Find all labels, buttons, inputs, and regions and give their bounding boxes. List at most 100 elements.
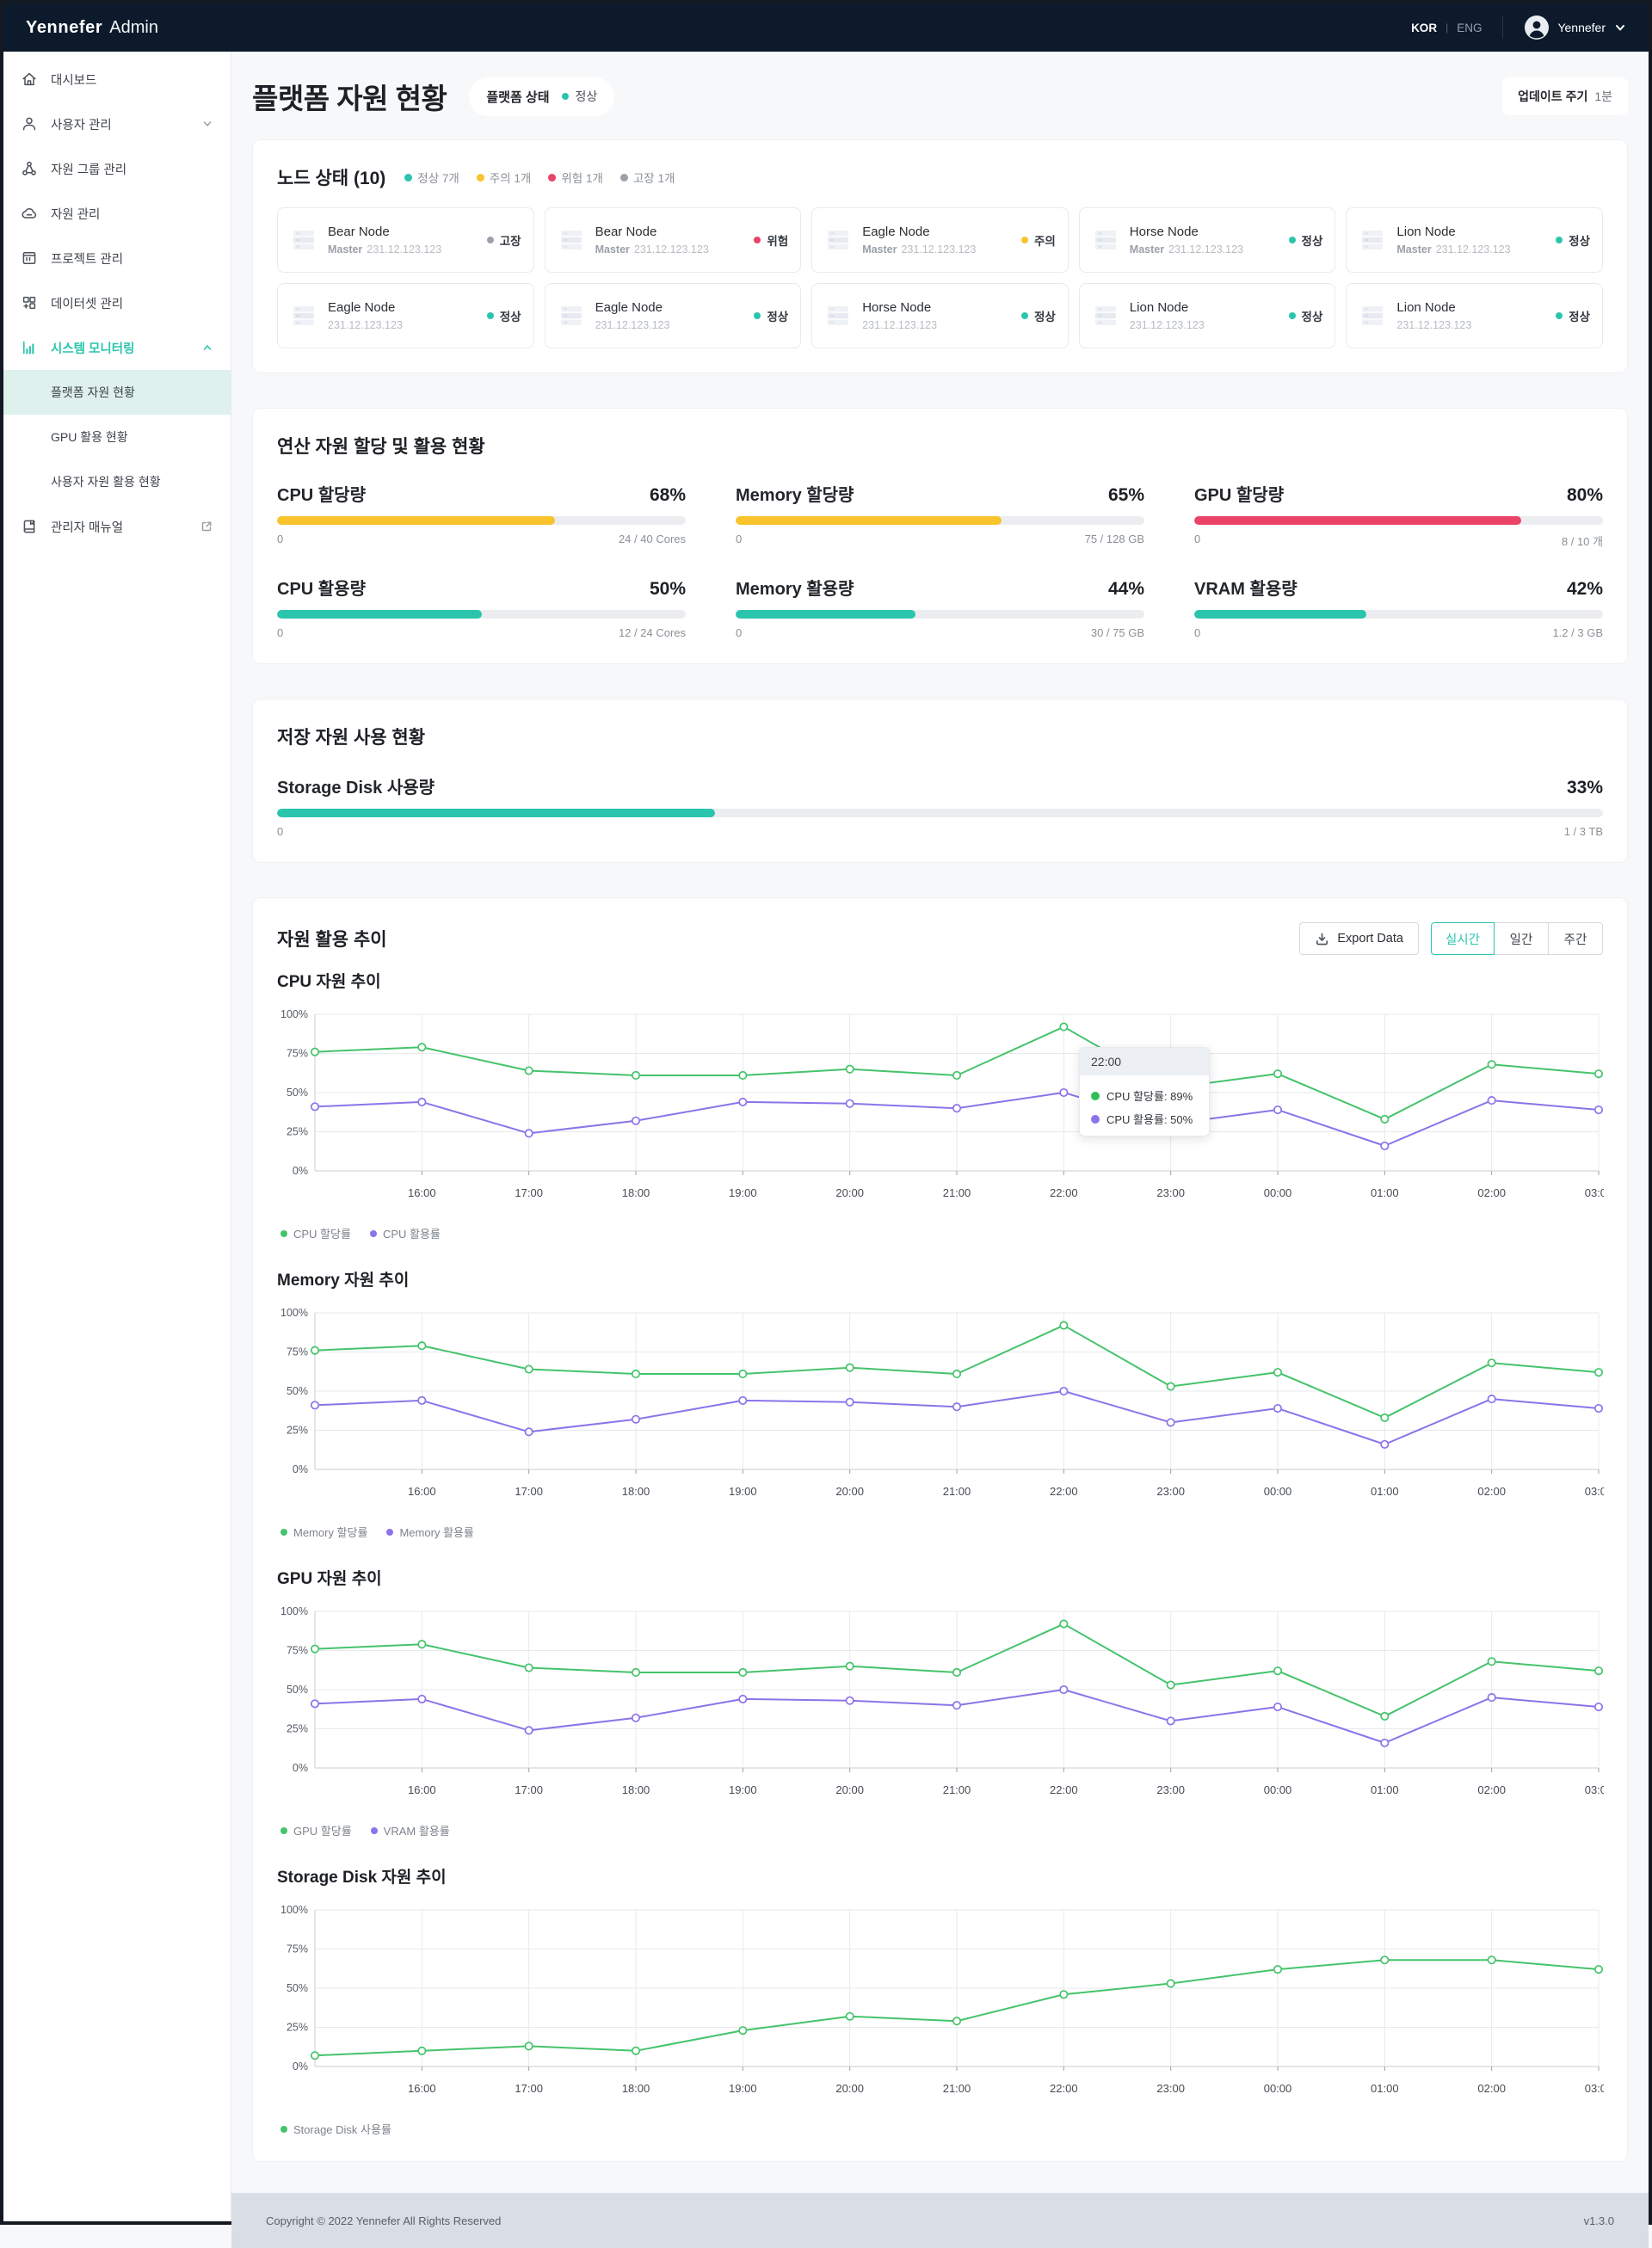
gauge-label: Memory 할당량 [736,481,854,506]
chart-legend: Storage Disk 사용률 [277,2121,1603,2137]
sidebar-item-label: 대시보드 [51,71,96,89]
lang-eng-button[interactable]: ENG [1457,22,1482,34]
node-ip: 231.12.123.123 [1130,319,1205,331]
chart-legend: CPU 할당률CPU 활용률 [277,1225,1603,1241]
gauge-max: 75 / 128 GB [1085,533,1144,545]
node-role: Master [1130,243,1164,256]
user-avatar-icon [1524,15,1550,40]
legend-label: 고장 1개 [633,169,675,186]
node-card: Lion Node231.12.123.123 정상 [1079,283,1336,348]
sidebar-subitem-user-resource-usage[interactable]: 사용자 자원 활용 현황 [3,459,231,504]
charts-container: CPU 자원 추이0%25%50%75%100%16:0017:0018:001… [277,969,1603,2137]
tooltip-row: CPU 활용률: 50% [1091,1111,1198,1127]
svg-text:0%: 0% [293,1463,308,1475]
sidebar-item-resource-group[interactable]: 자원 그룹 관리 [3,146,231,191]
svg-text:17:00: 17:00 [515,1186,543,1199]
node-status-dot [1021,237,1028,243]
gauge-percent: 42% [1567,579,1603,600]
node-status: 정상 [487,307,521,324]
svg-text:00:00: 00:00 [1264,1485,1292,1498]
update-cycle-label: 업데이트 주기 [1518,88,1587,105]
sidebar-subitem-label: 사용자 자원 활용 현황 [51,473,161,490]
compute-resources-card: 연산 자원 할당 및 활용 현황 CPU 할당량68%024 / 40 Core… [252,408,1628,664]
gauge-label: CPU 활용량 [277,575,366,600]
gauge-percent: 80% [1567,485,1603,506]
gauge-max: 12 / 24 Cores [619,626,686,639]
svg-text:75%: 75% [287,1645,308,1657]
chart-legend: Memory 할당률 Memory 활용률 [277,1524,1603,1540]
resource-group-icon [21,160,38,177]
node-status-dot [1289,237,1296,243]
node-status-dot [754,237,761,243]
chart-legend-item: Memory 할당률 [280,1524,367,1540]
sidebar-item-label: 자원 그룹 관리 [51,160,126,178]
node-ip: 231.12.123.123 [595,319,670,331]
node-ip: 231.12.123.123 [328,319,403,331]
node-status: 주의 [1021,231,1056,249]
sidebar-item-system-monitoring[interactable]: 시스템 모니터링 [3,325,231,370]
node-info: Lion Node231.12.123.123 [1130,300,1205,331]
tooltip-label: CPU 활용률: 50% [1106,1111,1193,1127]
chart-legend-label: Memory 활용률 [399,1524,473,1540]
node-name: Bear Node [328,225,441,239]
svg-text:25%: 25% [287,1425,308,1437]
tooltip-row: CPU 할당률: 89% [1091,1087,1198,1104]
header-divider [1502,16,1503,39]
gauge-track [277,516,686,525]
node-status-label: 정상 [1569,307,1590,324]
node-icon-wrap [1359,226,1386,254]
svg-text:18:00: 18:00 [622,2082,650,2095]
sidebar-item-project-management[interactable]: 프로젝트 관리 [3,236,231,280]
node-status-label: 정상 [1569,231,1590,249]
node-role: Master [862,243,897,256]
node-card: Eagle Node231.12.123.123정상 [545,283,802,348]
node-card: Eagle NodeMaster231.12.123.123주의 [811,207,1069,273]
sidebar-item-label: 프로젝트 관리 [51,249,123,268]
trend-tab-1[interactable]: 실시간 [1431,922,1495,955]
svg-text:23:00: 23:00 [1156,1485,1185,1498]
footer: Copyright © 2022 Yennefer All Rights Res… [231,2193,1649,2248]
lang-separator: | [1446,22,1448,34]
node-info: Lion NodeMaster231.12.123.123 [1396,225,1510,256]
node-status-label: 고장 [500,231,521,249]
svg-text:21:00: 21:00 [943,1485,971,1498]
storage-gauge-min: 0 [277,825,283,838]
sidebar-item-dataset-management[interactable]: 데이터셋 관리 [3,280,231,325]
sidebar-item-dashboard[interactable]: 대시보드 [3,57,231,102]
node-ip: 231.12.123.123 [367,243,441,256]
svg-text:50%: 50% [287,1087,308,1099]
gauge-range: 075 / 128 GB [736,533,1144,545]
node-grid: Bear NodeMaster231.12.123.123고장Bear Node… [277,207,1603,348]
sidebar-item-user-management[interactable]: 사용자 관리 [3,102,231,146]
chart-legend-item: Storage Disk 사용률 [280,2121,391,2137]
svg-text:20:00: 20:00 [835,1485,864,1498]
trend-tab-2[interactable]: 일간 [1494,922,1549,955]
resource-gauge: VRAM 활용량42%01.2 / 3 GB [1194,575,1603,639]
gauge-label: CPU 할당량 [277,481,366,506]
sidebar-subitem-platform-resources[interactable]: 플랫폼 자원 현황 [3,370,231,415]
chart-title: CPU 자원 추이 [277,969,1603,992]
server-icon [1359,302,1386,330]
sidebar-item-label: 사용자 관리 [51,115,112,133]
node-status-legend: 정상 7개주의 1개위험 1개고장 1개 [404,169,675,186]
node-status: 정상 [1289,231,1323,249]
sidebar-item-admin-manual[interactable]: 관리자 매뉴얼 [3,504,231,549]
svg-text:100%: 100% [280,1904,308,1916]
export-data-button[interactable]: Export Data [1299,922,1419,955]
chart-title: GPU 자원 추이 [277,1566,1603,1589]
node-status-dot [1289,312,1296,319]
node-icon-wrap [824,226,852,254]
trend-tab-3[interactable]: 주간 [1548,922,1603,955]
node-icon-wrap [558,226,585,254]
lang-kor-button[interactable]: KOR [1411,22,1437,34]
gauge-head: Memory 활용량44% [736,575,1144,600]
server-icon [824,226,852,254]
node-status-label: 정상 [1302,307,1323,324]
sidebar-subitem-gpu-usage[interactable]: GPU 활용 현황 [3,415,231,459]
node-status: 위험 [754,231,788,249]
user-menu[interactable]: Yennefer [1524,15,1626,40]
sidebar-item-resource-management[interactable]: 자원 관리 [3,191,231,236]
gauge-min: 0 [277,533,283,545]
storage-card: 저장 자원 사용 현황 Storage Disk 사용량 33% 0 1 / 3… [252,699,1628,863]
node-status-dot [1556,237,1563,243]
